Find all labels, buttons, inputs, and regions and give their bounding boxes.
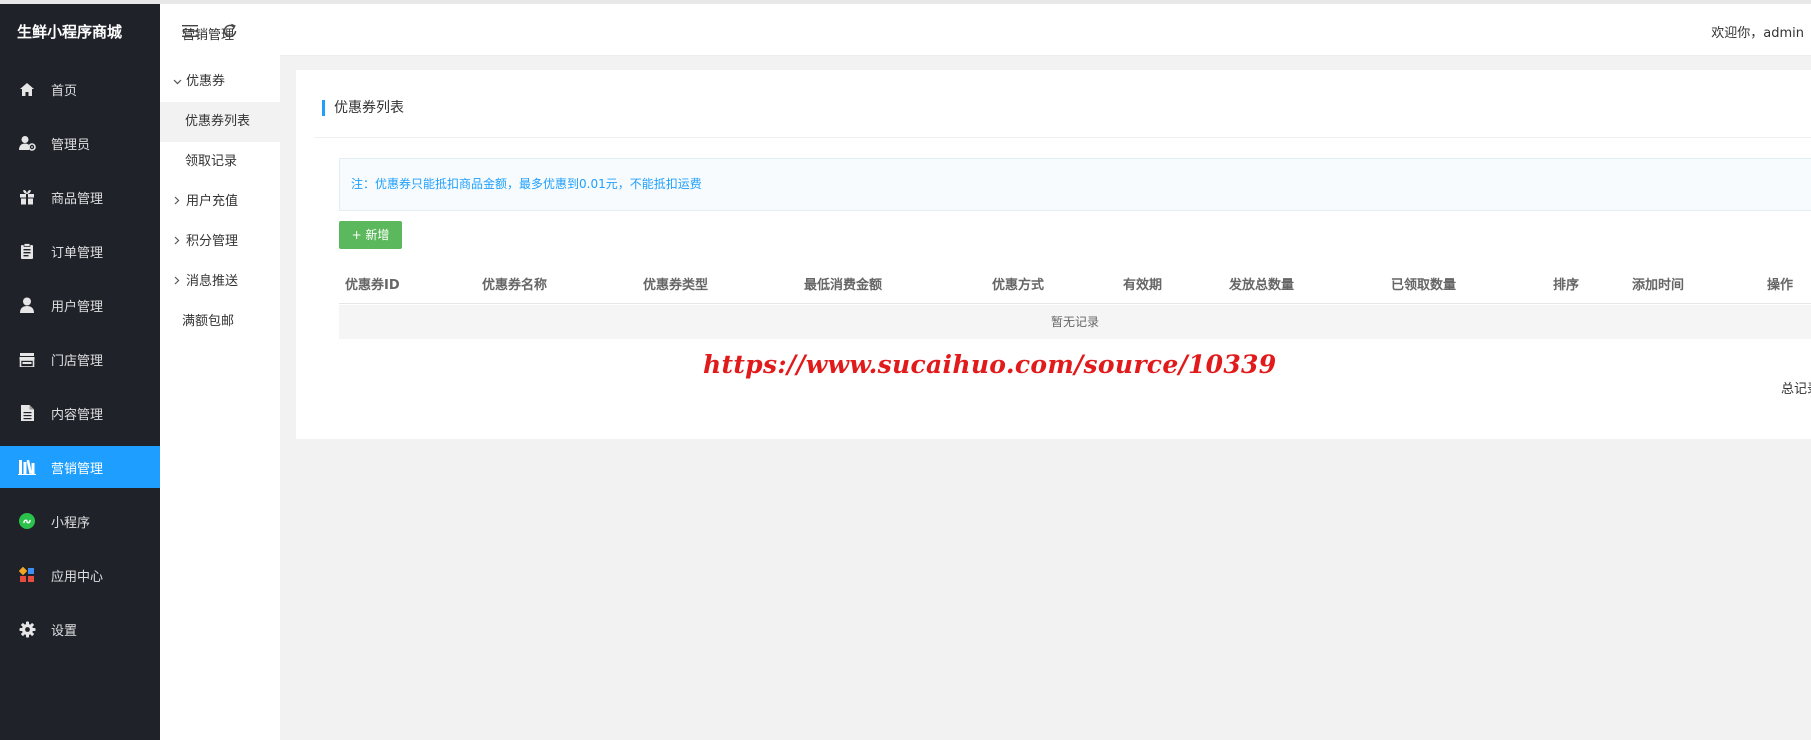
gift-icon	[17, 187, 37, 207]
sidebar-item-label: 门店管理	[51, 353, 104, 369]
sidebar-item-label: 营销管理	[51, 461, 104, 477]
subnav-group-label: 优惠券	[186, 74, 226, 89]
welcome-text[interactable]: 欢迎你，admin	[1711, 22, 1804, 41]
home-icon	[17, 79, 37, 99]
column-header[interactable]: 操作	[1767, 268, 1793, 304]
chevron-down-icon	[170, 62, 184, 102]
column-header[interactable]: 优惠券名称	[482, 268, 547, 304]
admin-user-icon	[17, 133, 37, 153]
sidebar-item-orders[interactable]: 订单管理	[0, 230, 160, 272]
brand-title: 生鲜小程序商城	[17, 23, 123, 41]
collapse-menu-button[interactable]	[179, 20, 201, 42]
subnav-item-free-shipping[interactable]: 满额包邮	[160, 302, 280, 342]
sidebar-item-users[interactable]: 用户管理	[0, 284, 160, 326]
sidebar-item-stores[interactable]: 门店管理	[0, 338, 160, 380]
column-header[interactable]: 优惠券类型	[643, 268, 708, 304]
sidebar-item-admins[interactable]: 管理员	[0, 122, 160, 164]
store-icon	[17, 349, 37, 369]
subnav-group-coupon[interactable]: 优惠券	[160, 62, 280, 102]
miniprogram-icon	[17, 511, 37, 531]
total-records-text: 总记录	[1781, 382, 1811, 397]
subnav-group-recharge[interactable]: 用户充值	[160, 182, 280, 222]
column-header[interactable]: 发放总数量	[1229, 268, 1294, 304]
sidebar-item-label: 管理员	[51, 137, 91, 153]
sidebar-item-content[interactable]: 内容管理	[0, 392, 160, 434]
sidebar-item-label: 设置	[51, 623, 78, 639]
sidebar-item-label: 小程序	[51, 515, 91, 531]
column-header[interactable]: 最低消费金额	[804, 268, 882, 304]
subnav-group-label: 用户充值	[186, 194, 239, 209]
chevron-right-icon	[170, 222, 184, 262]
subnav-group-push[interactable]: 消息推送	[160, 262, 280, 302]
coupon-notice: 注：优惠券只能抵扣商品金额，最多优惠到0.01元，不能抵扣运费	[339, 158, 1811, 211]
title-divider	[314, 137, 1811, 138]
sidebar-item-marketing[interactable]: 营销管理	[0, 446, 160, 488]
table-header: 优惠券ID 优惠券名称 优惠券类型 最低消费金额 优惠方式 有效期 发放总数量 …	[339, 268, 1811, 304]
sidebar-item-label: 订单管理	[51, 245, 104, 261]
sidebar-item-label: 内容管理	[51, 407, 104, 423]
column-header[interactable]: 排序	[1553, 268, 1579, 304]
watermark-url: https://www.sucaihuo.com/source/10339	[703, 350, 1277, 379]
sidebar-item-apps[interactable]: 应用中心	[0, 554, 160, 596]
sidebar-item-label: 应用中心	[51, 569, 104, 585]
top-header: 欢迎你，admin	[182, 4, 1811, 56]
column-header[interactable]: 添加时间	[1632, 268, 1684, 304]
chevron-right-icon	[170, 182, 184, 222]
document-icon	[17, 403, 37, 423]
apps-icon	[17, 565, 37, 585]
subnav-group-label: 消息推送	[186, 274, 239, 289]
column-header[interactable]: 优惠方式	[992, 268, 1044, 304]
subnav-item-claim-records[interactable]: 领取记录	[160, 142, 280, 182]
gear-icon	[17, 619, 37, 639]
sidebar-item-settings[interactable]: 设置	[0, 608, 160, 650]
main-sidebar: 生鲜小程序商城 首页 管理员 商品管理 订单管理 用户管理 门店管理 内容管理 …	[0, 4, 160, 740]
sidebar-item-label: 商品管理	[51, 191, 104, 207]
sidebar-item-label: 用户管理	[51, 299, 104, 315]
coupon-list-card: 优惠券列表 注：优惠券只能抵扣商品金额，最多优惠到0.01元，不能抵扣运费 + …	[296, 70, 1811, 439]
page-title: 优惠券列表	[322, 100, 404, 116]
sidebar-item-miniprogram[interactable]: 小程序	[0, 500, 160, 542]
empty-table-message: 暂无记录	[339, 305, 1811, 339]
column-header[interactable]: 优惠券ID	[345, 268, 400, 304]
subnav-item-coupon-list[interactable]: 优惠券列表	[160, 102, 280, 142]
column-header[interactable]: 已领取数量	[1391, 268, 1456, 304]
books-icon	[17, 457, 37, 477]
subnav-group-label: 积分管理	[186, 234, 239, 249]
sidebar-item-label: 首页	[51, 83, 78, 99]
column-header[interactable]: 有效期	[1123, 268, 1162, 304]
chevron-right-icon	[170, 262, 184, 302]
secondary-nav: 营销管理 优惠券 优惠券列表 领取记录 用户充值 积分管理 消息推送 满额包邮	[160, 4, 280, 740]
sidebar-item-products[interactable]: 商品管理	[0, 176, 160, 218]
clipboard-icon	[17, 241, 37, 261]
refresh-icon[interactable]	[219, 20, 241, 42]
user-icon	[17, 295, 37, 315]
subnav-group-points[interactable]: 积分管理	[160, 222, 280, 262]
sidebar-item-home[interactable]: 首页	[0, 68, 160, 110]
add-coupon-button[interactable]: + 新增	[339, 221, 402, 249]
